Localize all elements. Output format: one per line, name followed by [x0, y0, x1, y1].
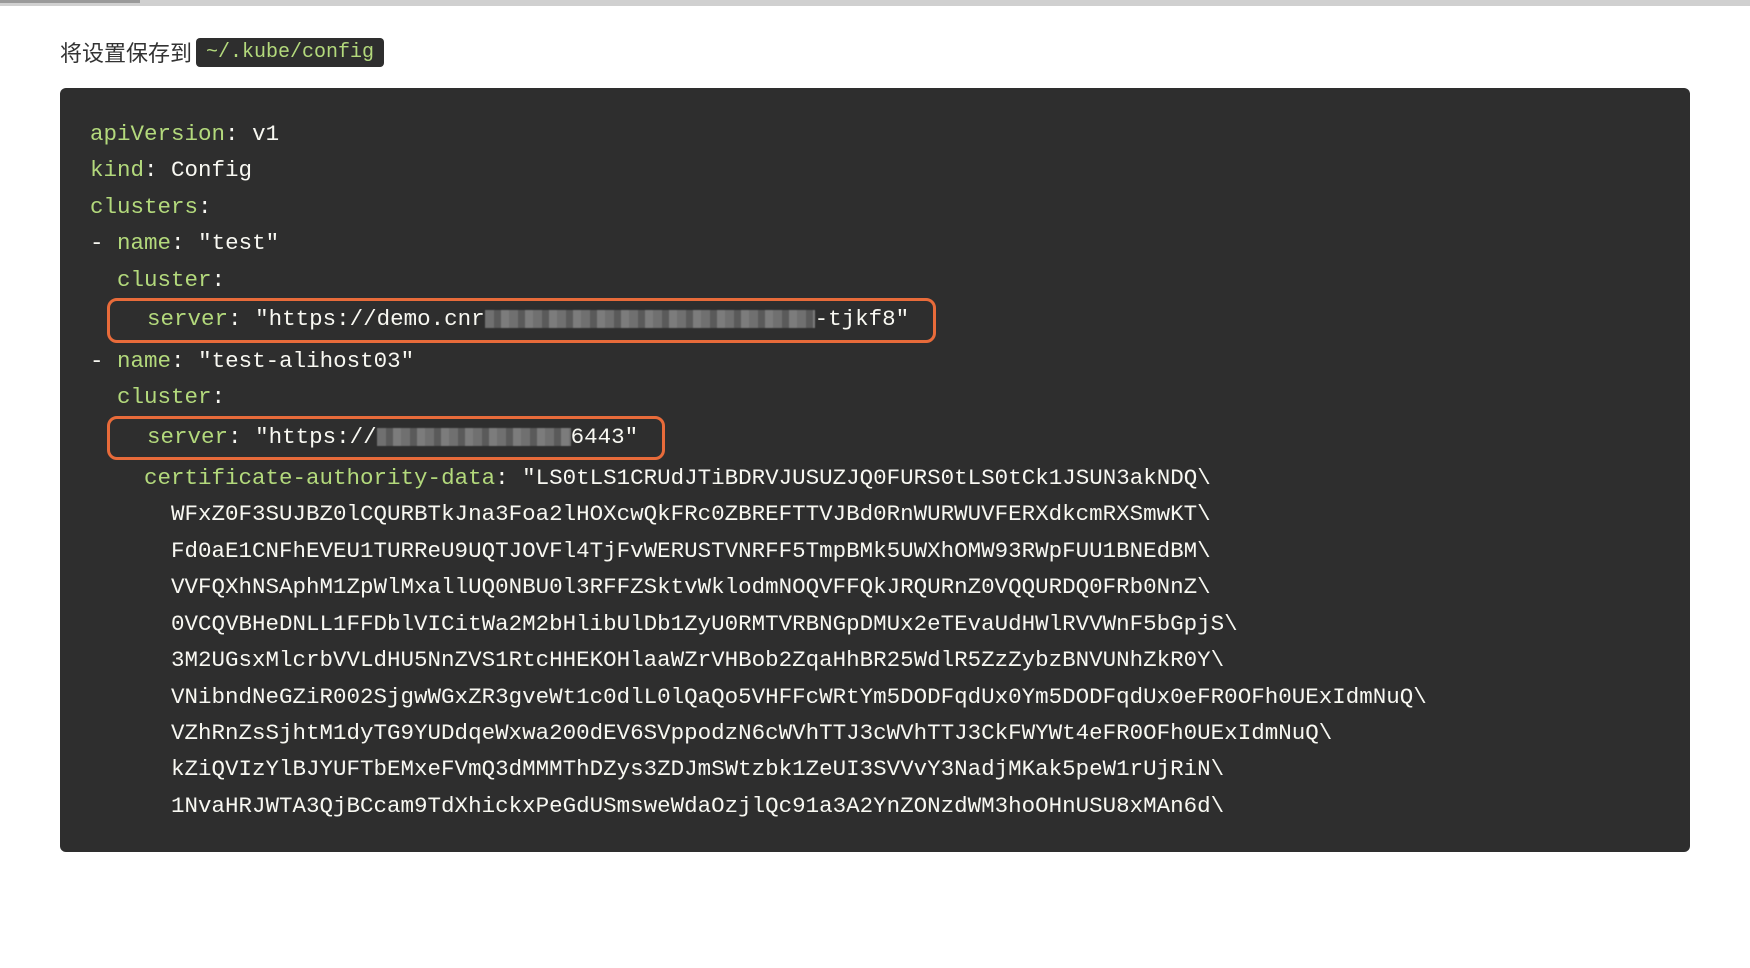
- yaml-key: certificate-authority-data: [144, 465, 495, 491]
- cad-value: kZiQVIzYlBJYUFTbEMxeFVmQ3dMMMThDZys3ZDJm…: [171, 756, 1224, 782]
- yaml-key: cluster: [117, 384, 212, 410]
- cad-value: "LS0tLS1CRUdJTiBDRVJUSUZJQ0FURS0tLS0tCk1…: [522, 465, 1211, 491]
- yaml-key: server: [147, 306, 228, 332]
- intro-prefix: 将设置保存到: [60, 36, 192, 68]
- highlight-box-server-2: server: "https://6443": [107, 416, 665, 460]
- yaml-key: kind: [90, 157, 144, 183]
- server-url-1-post: -tjkf8": [815, 306, 910, 332]
- cad-value: 0VCQVBHeDNLL1FFDblVICitWa2M2bHlibUlDb1Zy…: [171, 611, 1238, 637]
- cad-value: 1NvaHRJWTA3QjBCcam9TdXhickxPeGdUSmsweWda…: [171, 793, 1224, 819]
- intro-text: 将设置保存到 ~/.kube/config: [60, 36, 1690, 68]
- yaml-key: clusters: [90, 194, 198, 220]
- yaml-key: name: [117, 348, 171, 374]
- server-url-1-pre: "https://demo.cnr: [255, 306, 485, 332]
- yaml-value: v1: [252, 121, 279, 147]
- cluster-name-2: "test-alihost03": [198, 348, 414, 374]
- redacted-text: [485, 310, 815, 328]
- yaml-code-block: apiVersion: v1 kind: Config clusters: - …: [60, 88, 1690, 852]
- config-path: ~/.kube/config: [196, 38, 384, 67]
- yaml-key: cluster: [117, 267, 212, 293]
- yaml-key: server: [147, 424, 228, 450]
- yaml-value: Config: [171, 157, 252, 183]
- server-url-2-post: 6443": [571, 424, 639, 450]
- cad-value: VVFQXhNSAphM1ZpWlMxallUQ0NBU0l3RFFZSktvW…: [171, 574, 1211, 600]
- cad-value: VZhRnZsSjhtM1dyTG9YUDdqeWxwa200dEV6SVppo…: [171, 720, 1332, 746]
- cad-value: 3M2UGsxMlcrbVVLdHU5NnZVS1RtcHHEKOHlaaWZr…: [171, 647, 1224, 673]
- server-url-2-pre: "https://: [255, 424, 377, 450]
- yaml-key: apiVersion: [90, 121, 225, 147]
- redacted-text: [377, 428, 571, 446]
- cluster-name-1: "test": [198, 230, 279, 256]
- cad-value: Fd0aE1CNFhEVEU1TURReU9UQTJOVFl4TjFvWERUS…: [171, 538, 1211, 564]
- cad-value: VNibndNeGZiR002SjgwWGxZR3gveWt1c0dlL0lQa…: [171, 684, 1427, 710]
- page-content: 将设置保存到 ~/.kube/config apiVersion: v1 kin…: [0, 6, 1750, 852]
- yaml-key: name: [117, 230, 171, 256]
- highlight-box-server-1: server: "https://demo.cnr-tjkf8": [107, 298, 936, 342]
- cad-value: WFxZ0F3SUJBZ0lCQURBTkJna3Foa2lHOXcwQkFRc…: [171, 501, 1211, 527]
